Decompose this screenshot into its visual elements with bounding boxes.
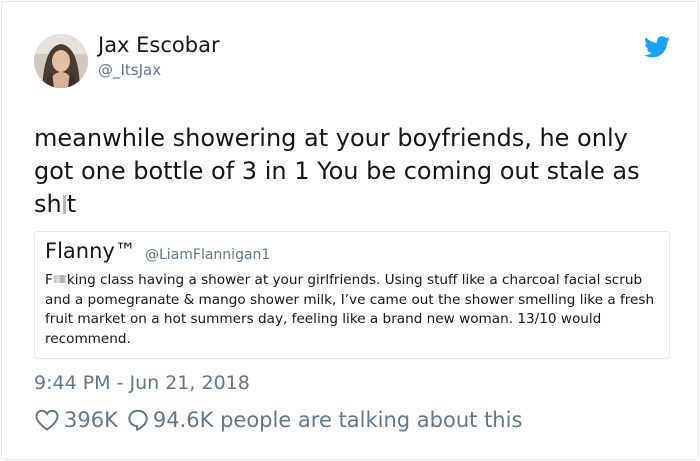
tweet-text-fragment: sh (34, 190, 62, 218)
quoted-tweet[interactable]: Flanny™ @LiamFlannigan1 Fking class havi… (34, 231, 670, 359)
author-handle[interactable]: @_ItsJax (98, 61, 161, 79)
tweet-text: meanwhile showering at your boyfriends, … (34, 122, 674, 221)
tweet-text-fragment: t (66, 190, 77, 218)
tweet-actions: 396K 94.6K people are talking about this (34, 405, 522, 435)
tweet-text-line: meanwhile showering at your boyfriends, … (34, 124, 628, 152)
quoted-text-fragment: F (45, 272, 53, 288)
censor-blur (53, 275, 66, 283)
speech-bubble-icon (127, 408, 149, 432)
heart-icon (34, 408, 60, 432)
author-display-name[interactable]: Jax Escobar (98, 33, 220, 57)
tweet-text-line: got one bottle of 3 in 1 You be coming o… (34, 157, 640, 185)
avatar[interactable] (34, 34, 88, 88)
embedded-tweet-card: Jax Escobar @_ItsJax meanwhile showering… (1, 1, 699, 460)
talking-text: 94.6K people are talking about this (152, 408, 523, 432)
censor-mark (62, 195, 66, 214)
twitter-bird-icon[interactable] (644, 36, 670, 58)
quoted-display-name: Flanny™ (45, 239, 136, 263)
quoted-text: Fking class having a shower at your girl… (45, 271, 657, 349)
talking-link[interactable]: 94.6K people are talking about this (127, 408, 523, 432)
like-count: 396K (64, 408, 118, 432)
quoted-text-fragment: king class having a shower at your girlf… (45, 272, 655, 347)
like-button[interactable]: 396K (34, 408, 118, 432)
quoted-handle: @LiamFlannigan1 (145, 247, 271, 263)
tweet-timestamp[interactable]: 9:44 PM - Jun 21, 2018 (34, 372, 250, 394)
tweet-text-line: sh t (34, 188, 674, 221)
